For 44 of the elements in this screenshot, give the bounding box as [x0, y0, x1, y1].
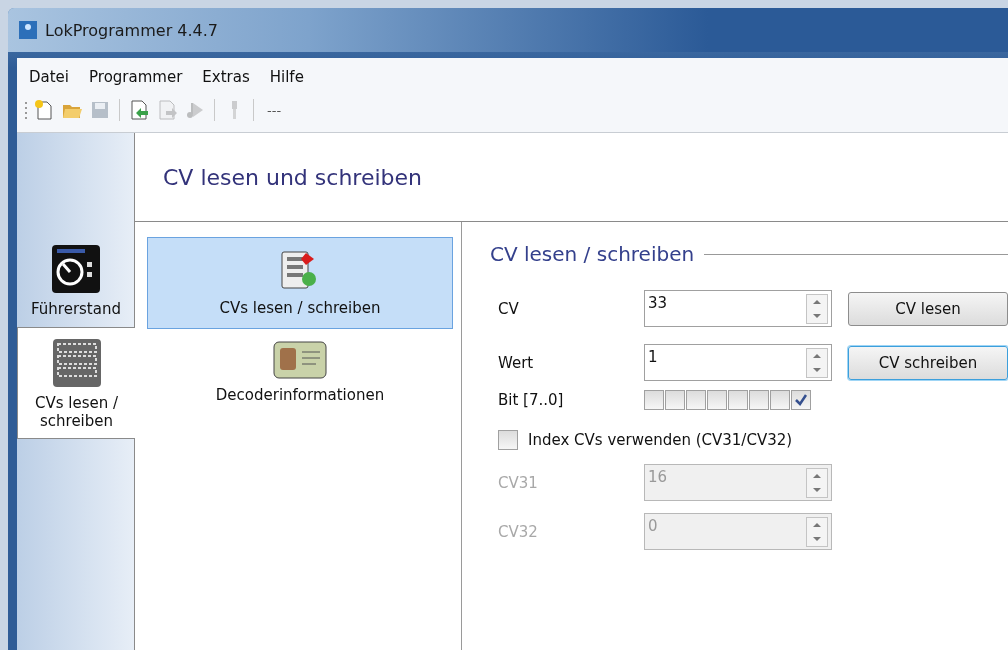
bit-checkbox[interactable]	[728, 390, 748, 410]
spin-field[interactable]: 1	[644, 344, 832, 381]
sidebar-tab[interactable]: Führerstand	[17, 233, 134, 327]
bit-checkbox[interactable]	[644, 390, 664, 410]
sidebar-tab[interactable]: CVs lesen / schreiben	[17, 327, 135, 439]
spin-arrows-icon[interactable]	[806, 348, 828, 378]
menu-item[interactable]: Programmer	[81, 66, 191, 88]
spin-arrows-icon[interactable]	[806, 468, 828, 498]
binary-icon	[51, 338, 102, 388]
field-label: CV31	[498, 473, 539, 492]
group-title: CV lesen / schreiben	[490, 242, 695, 266]
sidebar-tab-label: Führerstand	[31, 300, 121, 318]
spin-arrows-icon[interactable]	[806, 294, 828, 324]
action-button[interactable]: CV lesen	[848, 291, 1008, 326]
menu-item[interactable]: Datei	[21, 66, 78, 88]
speedometer-icon	[51, 244, 101, 294]
toolbar-grip-icon	[25, 100, 28, 120]
page-list-label: CVs lesen / schreiben	[219, 299, 381, 317]
field-label: Wert	[498, 353, 535, 372]
bit-checkbox[interactable]	[665, 390, 685, 410]
action-button[interactable]: CV schreiben	[848, 345, 1008, 380]
menu-item[interactable]: Extras	[194, 66, 258, 88]
page-list-label: Decoderinformationen	[215, 386, 385, 404]
bit-checkbox[interactable]	[770, 390, 790, 410]
bit-checkbox[interactable]	[686, 390, 706, 410]
app-logo-icon	[19, 21, 37, 39]
window-title: LokProgrammer 4.4.7	[45, 20, 218, 40]
field-label: CV	[498, 299, 520, 318]
bit-checkbox[interactable]	[707, 390, 727, 410]
toolbar-button[interactable]: ---	[261, 102, 288, 118]
bit-checkbox[interactable]	[749, 390, 769, 410]
checkbox[interactable]	[498, 430, 518, 450]
field-label: CV32	[498, 522, 539, 541]
sidebar-tab-label: CVs lesen / schreiben	[33, 394, 120, 430]
bit-checkbox[interactable]	[791, 390, 811, 410]
checkbox-label: Index CVs verwenden (CV31/CV32)	[528, 431, 793, 449]
menu-item[interactable]: Hilfe	[261, 66, 312, 88]
spin-field[interactable]: 33	[644, 290, 832, 327]
spin-arrows-icon[interactable]	[806, 517, 828, 547]
page-list-item[interactable]: Decoderinformationen	[147, 339, 453, 405]
page-list-item[interactable]: CVs lesen / schreiben	[147, 237, 453, 329]
page-title: CV lesen und schreiben	[163, 164, 422, 190]
field-label: Bit [7..0]	[498, 391, 565, 409]
id-card-icon	[272, 340, 328, 380]
